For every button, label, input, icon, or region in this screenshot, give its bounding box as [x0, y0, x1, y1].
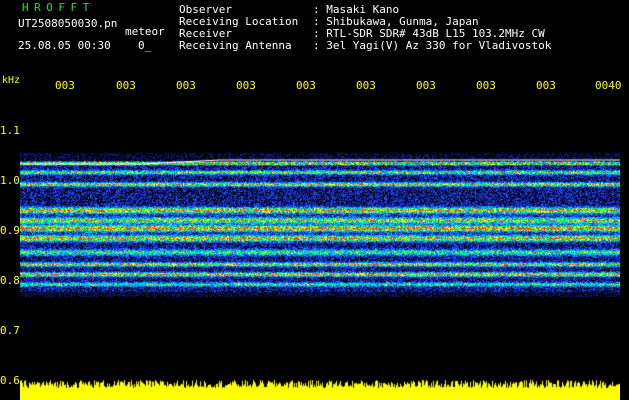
- antenna-value: : 3el Yagi(V) Az 330 for Vladivostok: [313, 39, 552, 52]
- capture-timestamp: 25.08.05 00:30: [18, 39, 111, 52]
- y-tick-label: 1.0: [0, 174, 20, 187]
- x-tick-label: 003: [356, 79, 376, 92]
- x-tick-label: 003: [236, 79, 256, 92]
- x-tick-label: 003: [116, 79, 136, 92]
- capture-subvalue: 0_: [138, 39, 152, 52]
- y-tick-label: 0.7: [0, 324, 20, 337]
- y-axis-unit: kHz: [2, 75, 21, 86]
- y-tick-label: 0.6: [0, 374, 20, 387]
- noise-floor-trace: [20, 372, 620, 400]
- y-tick-label: 0.8: [0, 274, 20, 287]
- app-brand: HROFFT: [22, 1, 95, 14]
- y-tick-label: 1.1: [0, 124, 20, 137]
- x-tick-label: 0040: [595, 79, 622, 92]
- x-tick-label: 003: [296, 79, 316, 92]
- antenna-label: Receiving Antenna: [179, 39, 292, 52]
- x-tick-label: 003: [55, 79, 75, 92]
- x-tick-label: 003: [176, 79, 196, 92]
- x-tick-label: 003: [416, 79, 436, 92]
- hrofft-screen: HROFFT UT2508050030.pn meteor 25.08.05 0…: [0, 0, 629, 400]
- image-filename: UT2508050030.pn: [18, 17, 118, 30]
- x-tick-label: 003: [476, 79, 496, 92]
- y-tick-label: 0.9: [0, 224, 20, 237]
- x-tick-label: 003: [536, 79, 556, 92]
- spectrogram-waterfall: [20, 92, 620, 382]
- capture-tag: meteor: [125, 25, 165, 38]
